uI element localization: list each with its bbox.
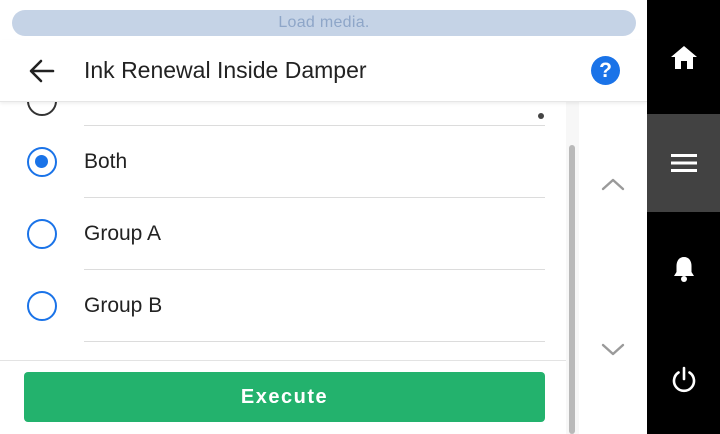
options-list: Both Group A Group B bbox=[0, 102, 566, 360]
footer: Execute bbox=[0, 360, 566, 434]
option-group-a[interactable]: Group A bbox=[0, 198, 566, 270]
bell-icon bbox=[673, 257, 694, 282]
radio-group-b[interactable] bbox=[27, 291, 57, 321]
scroll-nav bbox=[579, 102, 647, 434]
page-title: Ink Renewal Inside Damper bbox=[84, 57, 367, 83]
status-message: Load media. bbox=[278, 14, 370, 31]
home-icon bbox=[670, 46, 697, 69]
row-divider bbox=[84, 341, 545, 342]
sidebar bbox=[647, 0, 720, 434]
notifications-button[interactable] bbox=[647, 212, 720, 326]
radio-group-a[interactable] bbox=[27, 219, 57, 249]
chevron-up-icon bbox=[601, 178, 625, 191]
power-button[interactable] bbox=[647, 326, 720, 434]
menu-button[interactable] bbox=[647, 114, 720, 212]
scrollbar-thumb[interactable] bbox=[569, 145, 575, 434]
chevron-down-icon bbox=[601, 343, 625, 356]
option-both[interactable]: Both bbox=[0, 126, 566, 198]
option-label: Group B bbox=[84, 294, 163, 317]
partial-glyph bbox=[538, 113, 544, 119]
scroll-down-button[interactable] bbox=[597, 338, 629, 362]
option-label: Both bbox=[84, 150, 128, 173]
menu-icon bbox=[670, 154, 697, 172]
home-button[interactable] bbox=[647, 0, 720, 114]
power-icon bbox=[672, 366, 695, 393]
arrow-left-icon bbox=[29, 59, 55, 83]
option-group-b[interactable]: Group B bbox=[0, 270, 566, 342]
radio-both[interactable] bbox=[27, 147, 57, 177]
header: Ink Renewal Inside Damper ? bbox=[0, 40, 647, 102]
help-button[interactable]: ? bbox=[591, 56, 620, 85]
execute-button[interactable]: Execute bbox=[24, 372, 545, 422]
status-bar: Load media. bbox=[12, 10, 636, 36]
scroll-up-button[interactable] bbox=[597, 172, 629, 196]
option-label: Group A bbox=[84, 222, 162, 245]
radio-partial bbox=[27, 102, 57, 116]
list-item-partial bbox=[0, 102, 566, 126]
back-button[interactable] bbox=[22, 54, 62, 88]
help-circle-icon: ? bbox=[599, 58, 612, 82]
